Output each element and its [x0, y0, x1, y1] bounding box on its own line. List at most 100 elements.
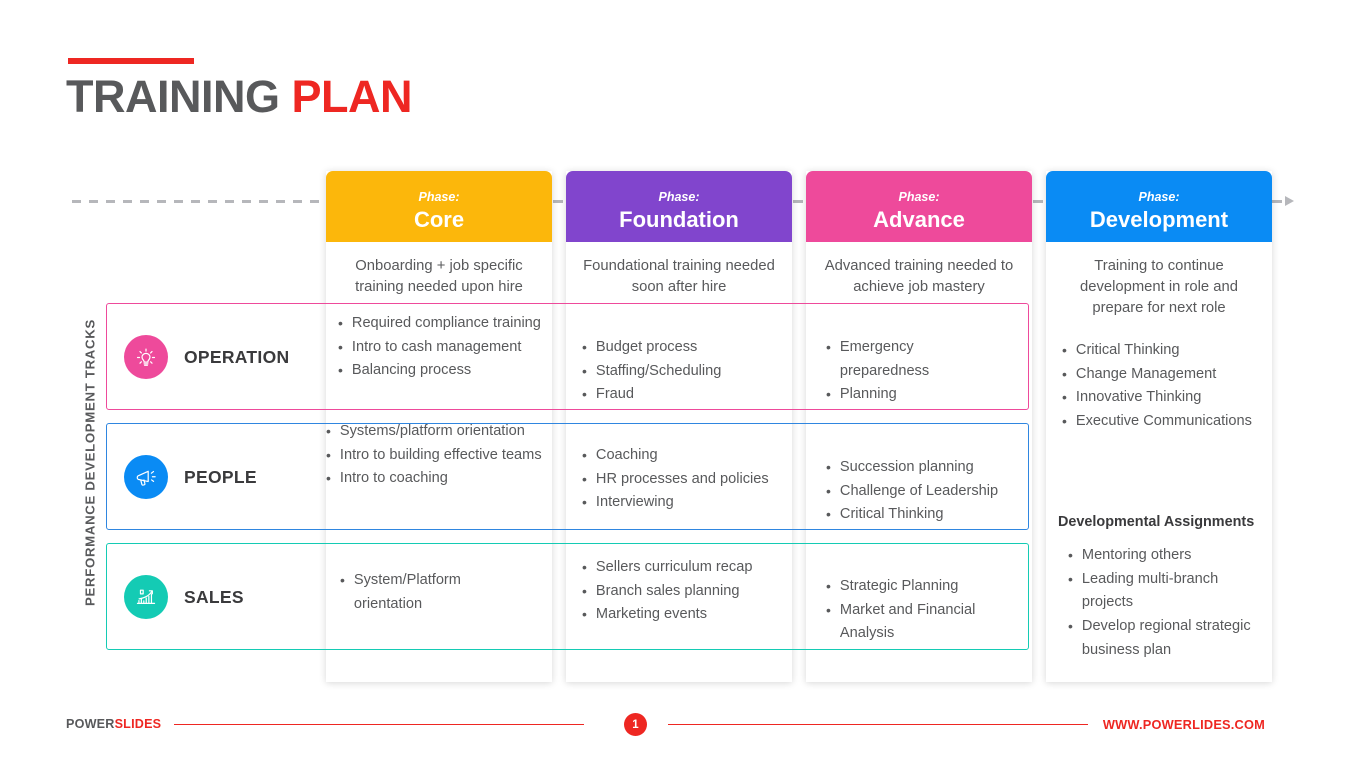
bullet-item: • System/Platform orientation: [340, 569, 530, 616]
bullet-dot-icon: •: [582, 339, 587, 355]
bullet-dot-icon: •: [338, 338, 343, 355]
bullet-dot-icon: •: [1068, 617, 1073, 634]
bullet-dot-icon: •: [582, 470, 587, 487]
bullet-text: Develop regional strategic business plan: [1081, 617, 1251, 658]
track-identity-operation: OPERATION: [124, 335, 290, 379]
bullet-dot-icon: •: [582, 494, 587, 511]
bullet-text: Intro to building effective teams: [339, 446, 542, 463]
bullet-item: • Intro to cash management: [338, 336, 548, 360]
footer-url[interactable]: WWW.POWERLIDES.COM: [1103, 717, 1265, 732]
footer-logo-part2: SLIDES: [114, 717, 162, 731]
bullet-item: • Challenge of Leadership: [826, 480, 1026, 504]
bullet-text: Mentoring others: [1081, 547, 1192, 563]
bullet-dot-icon: •: [326, 470, 331, 487]
bullet-dot-icon: •: [826, 601, 831, 618]
bullet-text: Market and Financial Analysis: [839, 601, 976, 642]
bullet-text: System/Platform orientation: [353, 572, 461, 612]
page-title-part2: PLAN: [291, 71, 413, 122]
bullet-dot-icon: •: [326, 446, 331, 463]
phase-header-core: Phase: Core: [326, 171, 552, 242]
cell-people-core: • Systems/platform orientation • Intro to b…: [326, 420, 554, 491]
bullet-text: Strategic Planning: [839, 578, 959, 594]
bullet-dot-icon: •: [826, 386, 831, 403]
cell-sales-core: • System/Platform orientation: [340, 569, 530, 616]
bullet-dot-icon: •: [582, 386, 587, 403]
bullet-item: • Emergency preparedness: [826, 336, 1006, 383]
bullet-text: Emergency preparedness: [839, 339, 930, 379]
track-label-people: PEOPLE: [184, 466, 257, 487]
bullet-text: Planning: [839, 386, 897, 403]
bullet-item: • Coaching: [582, 444, 790, 468]
footer-rule-right: [668, 724, 1088, 726]
bullet-item: • HR processes and policies: [582, 468, 790, 492]
bullet-dot-icon: •: [1068, 570, 1073, 587]
bullet-item: • Marketing events: [582, 603, 782, 627]
bullet-dot-icon: •: [1068, 547, 1073, 563]
bullet-dot-icon: •: [582, 559, 587, 575]
bullet-text: Succession planning: [839, 459, 974, 475]
track-label-operation: OPERATION: [184, 346, 290, 367]
bullet-dot-icon: •: [1062, 412, 1067, 429]
bullet-text: Required compliance training: [351, 315, 541, 331]
bullet-item: • Required compliance training: [338, 312, 548, 336]
timeline-dash-segment: [72, 200, 324, 203]
cell-development-bullets: • Critical Thinking • Change Management • Inn…: [1062, 339, 1262, 434]
bullet-text: Intro to cash management: [351, 338, 522, 355]
bullet-text: Staffing/Scheduling: [595, 362, 722, 379]
track-identity-sales: SALES: [124, 575, 244, 619]
bullet-dot-icon: •: [340, 572, 345, 588]
phase-header-advance: Phase: Advance: [806, 171, 1032, 242]
bullet-dot-icon: •: [826, 578, 831, 594]
bullet-dot-icon: •: [338, 362, 343, 379]
growth-chart-icon: [124, 575, 168, 619]
slide-canvas: TRAINING PLAN Phase: Core Onboarding + j…: [0, 0, 1365, 767]
title-accent-bar: [68, 58, 194, 64]
timeline-arrow-head: [1285, 196, 1294, 206]
bullet-item: • Planning: [826, 383, 1006, 407]
cell-operation-foundation: • Budget process • Staffing/Scheduling • Frau…: [582, 336, 787, 407]
bullet-text: Fraud: [595, 386, 635, 403]
cell-people-advance: • Succession planning • Challenge of Leader…: [826, 456, 1026, 527]
phase-header-foundation: Phase: Foundation: [566, 171, 792, 242]
bullet-text: Interviewing: [595, 494, 674, 511]
bullet-item: • Interviewing: [582, 491, 790, 515]
bullet-dot-icon: •: [338, 315, 343, 331]
bullet-dot-icon: •: [582, 362, 587, 379]
bullet-dot-icon: •: [826, 459, 831, 475]
bullet-item: • Critical Thinking: [1062, 339, 1262, 363]
bullet-item: • Leading multi-branch projects: [1068, 568, 1264, 615]
bullet-item: • Fraud: [582, 383, 787, 407]
bullet-dot-icon: •: [826, 482, 831, 499]
bullet-text: Budget process: [595, 339, 698, 355]
bullet-item: • Market and Financial Analysis: [826, 599, 1016, 646]
bullet-item: • Staffing/Scheduling: [582, 360, 787, 384]
development-subheading: Developmental Assignments: [1058, 514, 1255, 530]
phase-label-foundation: Phase:: [658, 190, 700, 204]
bullet-item: • Develop regional strategic business pla…: [1068, 615, 1264, 662]
phase-name-core: Core: [413, 206, 465, 232]
timeline-connector-2: [793, 200, 803, 203]
bullet-text: Systems/platform orientation: [339, 423, 525, 439]
phase-name-development: Development: [1089, 206, 1229, 232]
bullet-item: • Balancing process: [338, 359, 548, 383]
cell-development-assignments: • Mentoring others • Leading multi-branch p…: [1068, 544, 1264, 662]
bullet-dot-icon: •: [1062, 365, 1067, 382]
bullet-item: • Intro to coaching: [326, 467, 554, 491]
bullet-text: Balancing process: [351, 362, 472, 379]
page-number-badge: 1: [624, 713, 647, 736]
bullet-dot-icon: •: [582, 606, 587, 623]
page-title: TRAINING PLAN: [66, 72, 412, 122]
phase-description-core: Onboarding + job specific training neede…: [355, 258, 523, 296]
footer-logo[interactable]: POWERSLIDES: [66, 717, 161, 731]
bullet-item: • Intro to building effective teams: [326, 444, 554, 468]
track-label-sales: SALES: [184, 586, 244, 607]
lightbulb-icon: [124, 335, 168, 379]
footer-logo-part1: POWER: [66, 717, 115, 731]
phase-description-foundation: Foundational training needed soon after …: [583, 258, 775, 296]
bullet-text: Coaching: [595, 447, 658, 463]
bullet-text: Critical Thinking: [839, 506, 944, 523]
phase-description-development: Training to continue development in role…: [1080, 258, 1238, 317]
phase-name-foundation: Foundation: [619, 206, 739, 232]
megaphone-icon: [124, 455, 168, 499]
cell-operation-core: • Required compliance training • Intro to c…: [338, 312, 548, 383]
